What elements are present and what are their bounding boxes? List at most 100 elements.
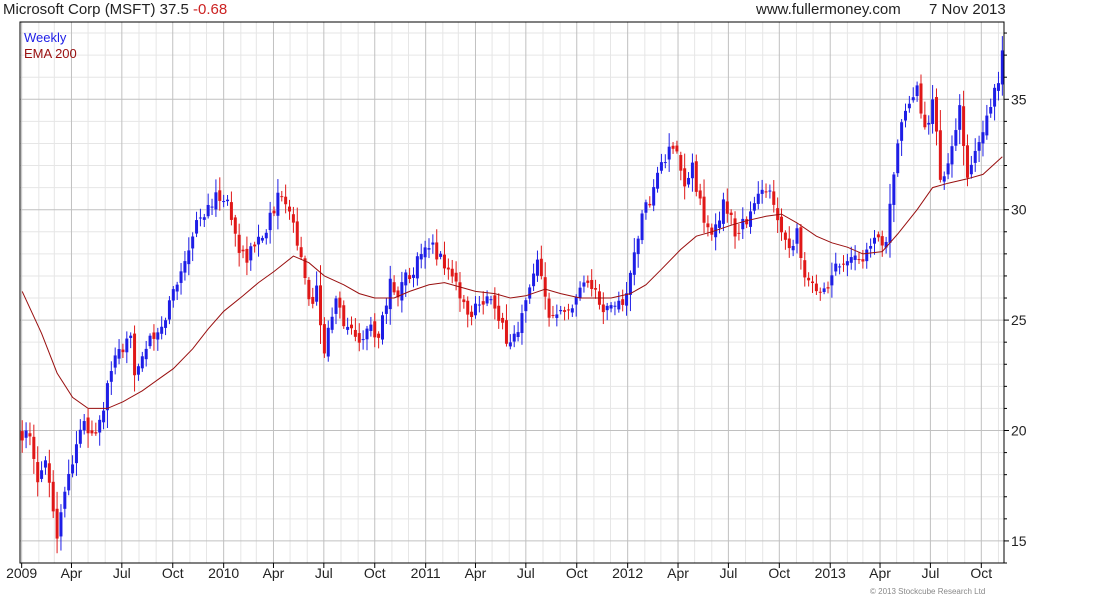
candle-body (876, 234, 880, 238)
candle-body (276, 192, 280, 216)
candle-body (838, 266, 842, 268)
candle-body (380, 315, 384, 340)
candle-body (454, 272, 458, 282)
candle-body (969, 164, 973, 175)
candle-body (795, 228, 799, 244)
candle-body (609, 305, 613, 309)
candle-body (373, 321, 377, 338)
candle-body (729, 212, 733, 215)
candle-body (28, 433, 32, 437)
candle-body (826, 287, 830, 289)
candle-body (404, 272, 408, 286)
candle-body (229, 202, 233, 220)
candle-body (291, 214, 295, 223)
candle-body (295, 221, 299, 246)
x-tick-label: 2010 (208, 565, 239, 581)
candle-body (222, 201, 226, 203)
x-tick-label: Jul (113, 565, 131, 581)
candle-body (198, 217, 202, 219)
candle-body (144, 348, 148, 360)
price-chart: 15 20 25 30 35 2009 Apr Jul Oct 2010 Apr Jul Oct 201… (6, 21, 1027, 581)
x-tick-label: Apr (61, 565, 83, 581)
candle-body (628, 272, 632, 295)
candle-body (574, 296, 578, 305)
candle-body (745, 219, 749, 225)
candle-body (768, 190, 772, 192)
candle-body (516, 332, 520, 338)
candle-body (946, 163, 950, 175)
candle-body (98, 419, 102, 433)
candle-body (257, 236, 261, 245)
x-tick-label: Jul (517, 565, 535, 581)
candle-body (152, 332, 156, 339)
plot-frame (19, 21, 1005, 564)
candle-body (555, 314, 559, 318)
x-tick-label: 2009 (6, 565, 37, 581)
candle-body (167, 300, 171, 320)
candle-body (330, 316, 334, 330)
candle-body (288, 206, 292, 212)
candle-body (543, 277, 547, 297)
candle-body (350, 324, 354, 329)
candle-body (388, 278, 392, 310)
candle-body (94, 432, 98, 434)
candle-body (842, 263, 846, 265)
candle-body (117, 349, 121, 359)
candle-body (601, 304, 605, 313)
candle-body (617, 300, 621, 310)
candle-body (121, 349, 125, 353)
candle-body (497, 305, 501, 321)
candle-body (504, 320, 508, 344)
candle-body (133, 333, 137, 376)
x-tick-label: Jul (315, 565, 333, 581)
candle-body (896, 143, 900, 174)
candle-body (566, 309, 570, 311)
candle-body (954, 130, 958, 146)
candle-body (671, 145, 675, 149)
candle-body (195, 220, 199, 234)
candle-body (679, 155, 683, 171)
candle-body (803, 260, 807, 278)
candle-body (865, 249, 869, 262)
candles-layer (20, 36, 1004, 554)
x-tick-label: Oct (364, 565, 386, 581)
candle-body (32, 436, 36, 459)
candle-body (102, 410, 106, 423)
candle-body (683, 168, 687, 187)
candle-body (791, 245, 795, 251)
candle-body (520, 313, 524, 334)
candle-body (694, 161, 698, 192)
candle-body (36, 462, 40, 483)
candle-body (191, 236, 195, 249)
candle-body (470, 311, 474, 318)
candle-body (86, 417, 90, 434)
candle-body (702, 196, 706, 223)
x-tick-label: 2012 (612, 565, 643, 581)
candle-body (40, 470, 44, 479)
candle-body (160, 326, 164, 334)
candle-body (369, 324, 373, 331)
candle-body (907, 103, 911, 109)
y-tick-label: 20 (1011, 423, 1027, 439)
candle-body (783, 232, 787, 240)
candle-body (996, 83, 1000, 91)
candle-body (656, 172, 660, 189)
candle-body (938, 130, 942, 180)
candle-body (439, 253, 443, 257)
candle-body (563, 310, 567, 312)
candle-body (888, 203, 892, 243)
candle-body (706, 223, 710, 228)
candle-body (861, 259, 865, 262)
candle-body (322, 324, 326, 354)
candle-body (59, 512, 63, 537)
candle-body (458, 282, 462, 299)
candle-body (353, 329, 357, 337)
legend: WeeklyEMA 200 (24, 30, 77, 61)
candle-body (911, 97, 915, 101)
candle-body (299, 247, 303, 258)
candle-body (164, 320, 168, 328)
legend-item: Weekly (24, 30, 67, 45)
candle-body (214, 192, 218, 210)
x-tick-label: Oct (566, 565, 588, 581)
candle-body (408, 275, 412, 280)
